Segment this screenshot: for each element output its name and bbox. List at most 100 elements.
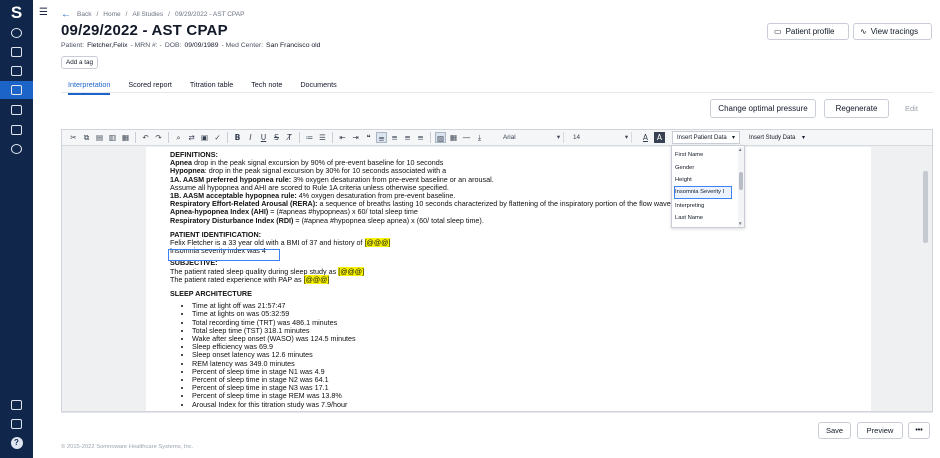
underline-icon[interactable]: U: [258, 132, 269, 143]
patient-meta: Patient: Fletcher,Felix - MRN #: - DOB: …: [61, 42, 320, 49]
blockquote-icon[interactable]: ❝: [363, 132, 374, 143]
find-icon[interactable]: ⌕: [173, 132, 184, 143]
change-optimal-pressure-button[interactable]: Change optimal pressure: [710, 99, 816, 118]
sync-icon: [11, 419, 22, 429]
paste-word-icon[interactable]: ▦: [120, 132, 131, 143]
insert-patient-data-select[interactable]: Insert Patient Data ▾: [672, 131, 740, 144]
font-size-select[interactable]: 14 ▾: [570, 132, 632, 143]
add-tag-button[interactable]: Add a tag: [61, 56, 98, 69]
chevron-down-icon: ▾: [731, 135, 735, 141]
image-icon[interactable]: ▨: [435, 132, 446, 143]
numbered-list-icon[interactable]: ≔: [304, 132, 315, 143]
nav-studies[interactable]: [0, 81, 33, 99]
nav-settings[interactable]: [0, 140, 33, 158]
chevron-down-icon: ▾: [624, 134, 628, 141]
redo-icon[interactable]: ↷: [153, 132, 164, 143]
font-family-select[interactable]: Arial ▾: [500, 132, 564, 143]
dropdown-item-gender[interactable]: Gender: [675, 165, 694, 171]
edit-button[interactable]: Edit: [905, 104, 918, 113]
left-nav: S ?: [0, 0, 33, 458]
view-tracings-button[interactable]: ∿ View tracings: [853, 23, 932, 40]
dropdown-scrollbar[interactable]: [738, 147, 744, 227]
text-color-icon[interactable]: A: [640, 132, 651, 143]
toolbar-separator: [332, 132, 333, 143]
more-options-button[interactable]: •••: [908, 422, 930, 439]
replace-icon[interactable]: ⇄: [186, 132, 197, 143]
breadcrumb-studies[interactable]: All Studies: [132, 11, 163, 18]
spellcheck-icon[interactable]: ✓: [212, 132, 223, 143]
nav-users[interactable]: [0, 24, 33, 42]
footer-divider: [61, 412, 933, 413]
insert-patient-data-label: Insert Patient Data: [677, 134, 727, 141]
patient-profile-label: Patient profile: [785, 27, 835, 36]
font-size-value: 14: [573, 134, 581, 141]
patient-name: Fletcher,Felix: [87, 42, 128, 49]
align-right-icon[interactable]: ≡: [402, 132, 413, 143]
document-page[interactable]: DEFINITIONS: Apnea drop in the peak sign…: [146, 147, 871, 411]
sleep-architecture-list: Time at light off was 21:57:47 Time at l…: [192, 302, 860, 409]
undo-icon[interactable]: ↶: [140, 132, 151, 143]
background-color-icon[interactable]: A: [654, 132, 665, 143]
align-left-icon[interactable]: ≡: [376, 132, 387, 143]
bulleted-list-icon[interactable]: ☰: [317, 132, 328, 143]
bold-icon[interactable]: B: [232, 132, 243, 143]
horizontal-line-icon[interactable]: ―: [461, 132, 472, 143]
toolbar-separator: [168, 132, 169, 143]
nav-devices[interactable]: [0, 101, 33, 119]
placeholder-highlight: [@@@]: [338, 266, 365, 276]
align-center-icon[interactable]: ≡: [389, 132, 400, 143]
toolbar-separator: [135, 132, 136, 143]
dob-label: DOB:: [164, 42, 182, 49]
copy-icon[interactable]: ⧉: [81, 132, 92, 143]
help-icon: ?: [10, 437, 23, 449]
outdent-icon[interactable]: ⇤: [337, 132, 348, 143]
regenerate-button[interactable]: Regenerate: [824, 99, 889, 118]
breadcrumb-home[interactable]: Home: [103, 11, 120, 18]
breadcrumb-sep: /: [96, 11, 99, 18]
justify-icon[interactable]: ≡: [415, 132, 426, 143]
collapse-menu-icon[interactable]: ☰: [39, 7, 48, 18]
select-all-icon[interactable]: ▣: [199, 132, 210, 143]
nav-reports[interactable]: [0, 121, 33, 139]
page-break-icon[interactable]: ⤓: [474, 132, 485, 143]
paste-text-icon[interactable]: ▥: [107, 132, 118, 143]
studies-icon: [11, 85, 22, 95]
nav-inbox[interactable]: [0, 43, 33, 61]
app-logo: S: [10, 3, 23, 22]
scrollbar-thumb[interactable]: [739, 172, 743, 190]
insert-study-data-select[interactable]: Insert Study Data ▾: [744, 131, 810, 144]
dropdown-item-interpreting[interactable]: Interpreting: [675, 203, 704, 209]
view-tracings-label: View tracings: [870, 27, 919, 36]
save-button[interactable]: Save: [818, 422, 851, 439]
insert-patient-data-dropdown: First Name Gender Height Insomnia Severi…: [671, 145, 745, 228]
nav-sync[interactable]: [0, 415, 33, 433]
reports-icon: [11, 125, 22, 135]
italic-icon[interactable]: I: [245, 132, 256, 143]
scrollbar-thumb[interactable]: [923, 171, 928, 243]
dropdown-item-height[interactable]: Height: [675, 177, 692, 183]
patient-profile-button[interactable]: ▭ Patient profile: [767, 23, 849, 40]
list-item: Wake after sleep onset (WASO) was 124.5 …: [192, 334, 860, 343]
scroll-down-icon[interactable]: ▼: [738, 221, 742, 226]
cut-icon[interactable]: ✂: [68, 132, 79, 143]
back-arrow-icon[interactable]: ←: [61, 9, 71, 20]
center-value: San Francisco old: [266, 42, 321, 49]
nav-help[interactable]: ?: [0, 434, 33, 452]
document-icon: [11, 400, 22, 410]
dropdown-item-first-name[interactable]: First Name: [675, 152, 703, 158]
clear-format-icon[interactable]: T̸: [284, 132, 295, 143]
editor-scrollbar[interactable]: [922, 147, 930, 411]
preview-button[interactable]: Preview: [857, 422, 903, 439]
indent-icon[interactable]: ⇥: [350, 132, 361, 143]
dropdown-item-last-name[interactable]: Last Name: [675, 215, 703, 221]
breadcrumb-back[interactable]: Back: [77, 11, 91, 18]
dropdown-item-insomnia-severity[interactable]: Insomnia Severity I: [675, 189, 724, 195]
table-icon[interactable]: ▦: [448, 132, 459, 143]
strikethrough-icon[interactable]: S: [271, 132, 282, 143]
nav-document[interactable]: [0, 396, 33, 414]
sleep-architecture-heading: SLEEP ARCHITECTURE: [170, 289, 252, 299]
scroll-up-icon[interactable]: ▲: [738, 147, 742, 152]
nav-calendar[interactable]: [0, 62, 33, 80]
document-content[interactable]: DEFINITIONS: Apnea drop in the peak sign…: [170, 150, 860, 409]
paste-icon[interactable]: ▤: [94, 132, 105, 143]
